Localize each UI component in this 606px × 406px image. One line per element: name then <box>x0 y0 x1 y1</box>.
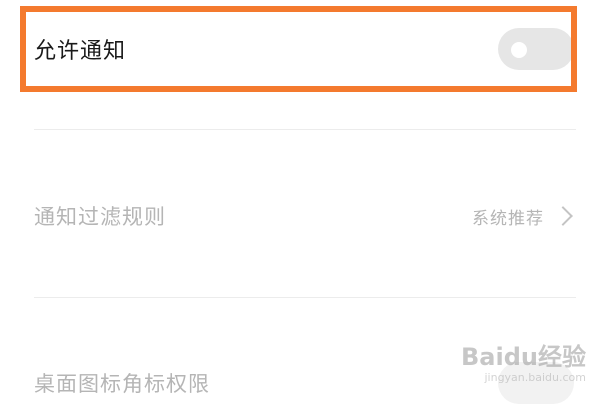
notification-filter-row[interactable]: 通知过滤规则 系统推荐 <box>34 186 576 246</box>
divider <box>34 129 576 130</box>
chevron-right-icon <box>553 206 573 226</box>
desktop-badge-label: 桌面图标角标权限 <box>34 372 210 396</box>
allow-notifications-label: 允许通知 <box>34 39 127 64</box>
allow-notifications-toggle[interactable] <box>498 28 574 70</box>
notification-filter-value: 系统推荐 <box>472 208 544 229</box>
notification-settings-screen: 允许通知 通知过滤规则 系统推荐 桌面图标角标权限 Baidu经验 jingya… <box>0 0 606 406</box>
divider <box>34 297 576 298</box>
toggle-knob <box>511 42 527 58</box>
watermark-logo: Baidu经验 <box>461 343 586 371</box>
watermark-sub: jingyan.baidu.com <box>484 371 586 384</box>
notification-filter-label: 通知过滤规则 <box>34 205 166 229</box>
notification-filter-value-wrap: 系统推荐 <box>472 204 576 229</box>
baidu-jingyan-watermark: Baidu经验 jingyan.baidu.com <box>461 345 586 384</box>
allow-notifications-row[interactable]: 允许通知 <box>34 14 576 84</box>
